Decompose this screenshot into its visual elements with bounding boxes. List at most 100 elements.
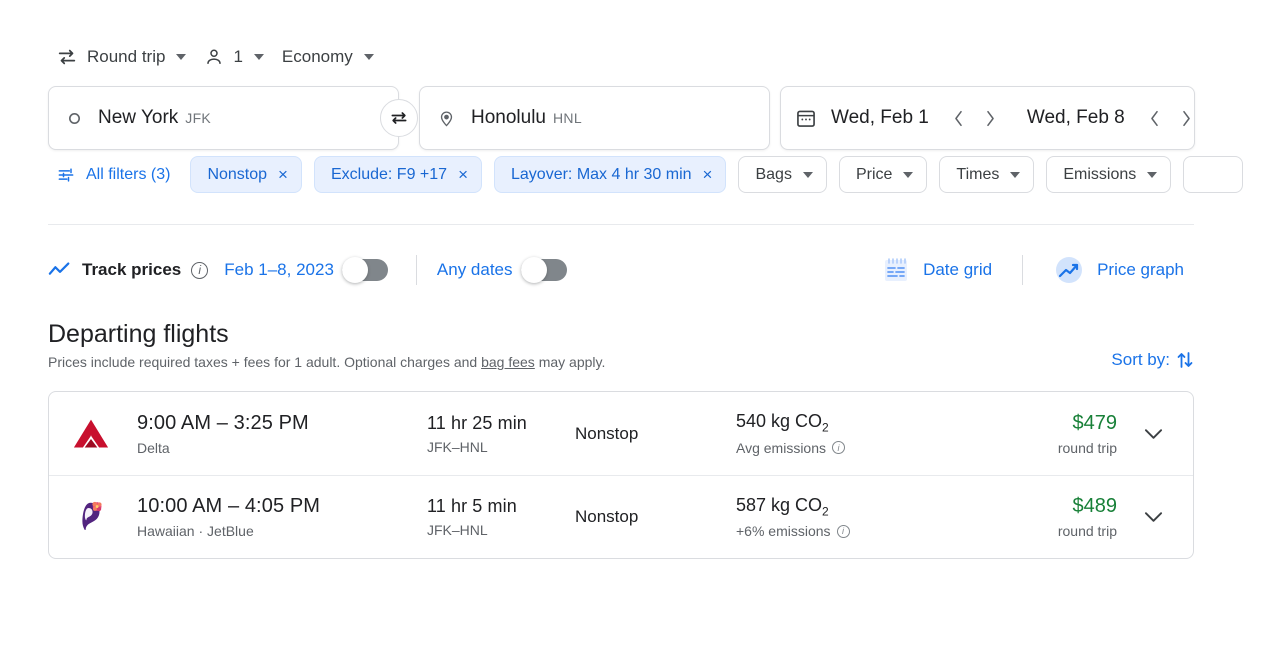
emissions-value: 587 kg CO: [736, 495, 822, 515]
filter-chip-label: Exclude: F9 +17: [331, 166, 447, 184]
cabin-class-label: Economy: [282, 47, 353, 67]
departure-prev-day-button[interactable]: [943, 102, 975, 134]
all-filters-button[interactable]: All filters (3): [48, 159, 178, 191]
filter-chip-label: Emissions: [1063, 166, 1136, 184]
return-date-segment[interactable]: Wed, Feb 8: [1027, 102, 1203, 134]
filter-chip-label: Layover: Max 4 hr 30 min: [511, 166, 692, 184]
sort-by-button[interactable]: Sort by:: [1111, 350, 1194, 370]
flight-expand-cell: [1131, 415, 1175, 453]
filter-chip-times[interactable]: Times: [939, 156, 1034, 193]
info-icon[interactable]: i: [191, 262, 208, 279]
date-grid-icon: [881, 255, 911, 285]
filter-chip-exclude-airlines[interactable]: Exclude: F9 +17 ×: [314, 156, 482, 193]
bag-fees-link[interactable]: bag fees: [481, 354, 535, 370]
filter-chip-label: Times: [956, 166, 999, 184]
flight-price-note: round trip: [966, 523, 1117, 539]
flight-price: $479: [966, 412, 1117, 435]
departure-date-segment[interactable]: Wed, Feb 1: [817, 102, 1007, 134]
departure-date-label: Wed, Feb 1: [831, 107, 929, 129]
swap-arrows-icon: [389, 108, 409, 128]
destination-value: HonoluluHNL: [471, 107, 582, 129]
close-icon[interactable]: ×: [278, 166, 288, 183]
departure-next-day-button[interactable]: [975, 102, 1007, 134]
section-divider: [48, 224, 1194, 225]
chevron-down-icon: [1010, 172, 1020, 178]
airline-logo-cell: [71, 498, 137, 536]
filter-chip-overflow[interactable]: [1183, 156, 1243, 193]
cabin-class-selector[interactable]: Economy: [274, 41, 384, 73]
circle-outline-icon: [67, 111, 82, 126]
price-graph-button[interactable]: Price graph: [1043, 246, 1194, 294]
origin-input[interactable]: New YorkJFK: [48, 86, 399, 150]
return-prev-day-button[interactable]: [1139, 102, 1171, 134]
any-dates-toggle[interactable]: [521, 259, 567, 281]
tune-filters-icon: [56, 165, 76, 185]
price-graph-label: Price graph: [1097, 260, 1184, 280]
passengers-selector[interactable]: 1: [196, 41, 273, 73]
close-icon[interactable]: ×: [703, 166, 713, 183]
flight-duration: 11 hr 25 min: [427, 413, 575, 434]
expand-flight-button[interactable]: [1134, 415, 1172, 453]
chevron-down-icon: [1144, 511, 1163, 523]
filter-chip-emissions[interactable]: Emissions: [1046, 156, 1171, 193]
flight-emissions-note: Avg emissions: [736, 440, 826, 456]
flight-emissions-cell: 540 kg CO2 Avg emissions i: [736, 411, 966, 456]
date-range-picker[interactable]: Wed, Feb 1 Wed, Feb 8: [780, 86, 1195, 150]
toggle-divider: [416, 255, 417, 285]
return-next-day-button[interactable]: [1171, 102, 1203, 134]
filter-chip-label: Nonstop: [207, 166, 267, 184]
date-grid-label: Date grid: [923, 260, 992, 280]
filter-chip-nonstop[interactable]: Nonstop ×: [190, 156, 302, 193]
chevron-down-icon: [176, 54, 186, 60]
info-icon[interactable]: i: [832, 441, 845, 454]
filter-chip-layover[interactable]: Layover: Max 4 hr 30 min ×: [494, 156, 726, 193]
swap-airports-button[interactable]: [380, 99, 418, 137]
track-prices-label: Track prices: [82, 260, 181, 280]
flight-stops: Nonstop: [575, 507, 736, 527]
info-icon[interactable]: i: [837, 525, 850, 538]
trip-options-bar: Round trip 1 Economy: [48, 40, 384, 74]
destination-input[interactable]: HonoluluHNL: [419, 86, 770, 150]
filter-chip-label: Bags: [755, 166, 791, 184]
swap-horizontal-icon: [56, 46, 78, 68]
close-icon[interactable]: ×: [458, 166, 468, 183]
date-grid-button[interactable]: Date grid: [871, 247, 1002, 293]
track-date-range-toggle[interactable]: [342, 259, 388, 281]
filter-chip-price[interactable]: Price: [839, 156, 927, 193]
all-filters-label: All filters (3): [86, 166, 170, 184]
sort-by-label: Sort by:: [1111, 350, 1170, 370]
flight-times: 10:00 AM – 4:05 PM: [137, 495, 427, 518]
page-title: Departing flights: [48, 320, 229, 349]
emissions-subscript: 2: [822, 504, 829, 518]
return-date-label: Wed, Feb 8: [1027, 107, 1125, 129]
flight-airline: Hawaiian · JetBlue: [137, 523, 427, 539]
expand-flight-button[interactable]: [1134, 498, 1172, 536]
flight-emissions: 540 kg CO2: [736, 411, 966, 435]
origin-code: JFK: [185, 110, 211, 126]
flight-price-cell: $479 round trip: [966, 412, 1131, 456]
track-prices-bar: Track prices i Feb 1–8, 2023 Any dates: [48, 250, 575, 290]
chevron-down-icon: [903, 172, 913, 178]
calendar-icon: [795, 107, 817, 129]
filter-chip-bags[interactable]: Bags: [738, 156, 826, 193]
flight-result-row[interactable]: 10:00 AM – 4:05 PM Hawaiian · JetBlue 11…: [49, 475, 1193, 558]
flight-price: $489: [966, 495, 1117, 518]
toggle-knob: [521, 257, 547, 283]
chevron-down-icon: [254, 54, 264, 60]
trip-type-label: Round trip: [87, 47, 165, 67]
chevron-down-icon: [364, 54, 374, 60]
destination-city: Honolulu: [471, 107, 546, 128]
flight-results-list: 9:00 AM – 3:25 PM Delta 11 hr 25 min JFK…: [48, 391, 1194, 559]
price-graph-icon: [1053, 254, 1085, 286]
toggle-knob: [342, 257, 368, 283]
flight-times-cell: 10:00 AM – 4:05 PM Hawaiian · JetBlue: [137, 495, 427, 539]
flight-result-row[interactable]: 9:00 AM – 3:25 PM Delta 11 hr 25 min JFK…: [49, 392, 1193, 475]
flight-expand-cell: [1131, 498, 1175, 536]
flight-duration-cell: 11 hr 5 min JFK–HNL: [427, 496, 575, 538]
origin-value: New YorkJFK: [98, 107, 211, 129]
disclaimer-text-after: may apply.: [535, 354, 606, 370]
track-prices-group: Track prices i: [48, 260, 208, 280]
trip-type-selector[interactable]: Round trip: [48, 40, 196, 74]
passenger-count-label: 1: [233, 47, 242, 67]
emissions-value: 540 kg CO: [736, 411, 822, 431]
